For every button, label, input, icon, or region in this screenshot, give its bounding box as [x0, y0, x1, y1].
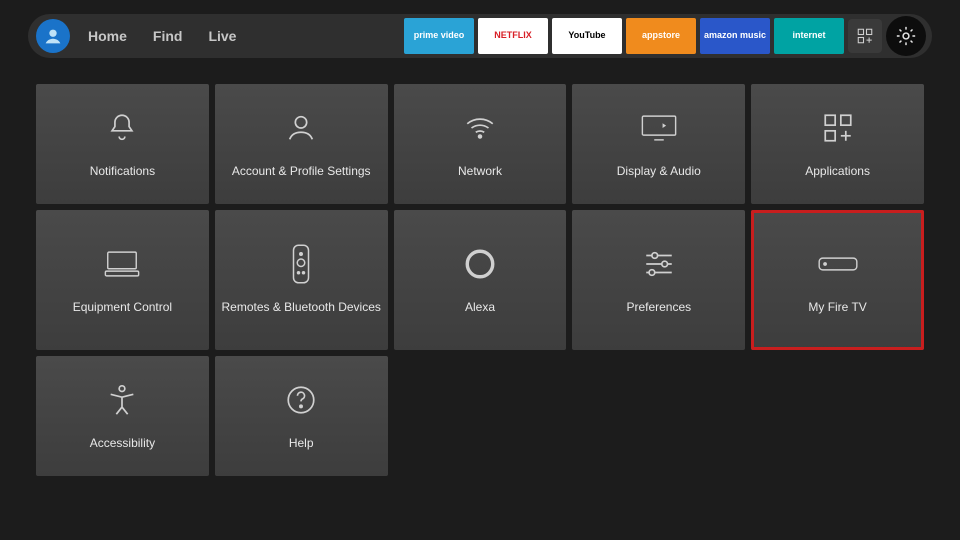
access-icon	[102, 380, 142, 420]
app-shortcut-row: prime video NETFLIX YouTube appstore ama…	[404, 18, 844, 54]
settings-button[interactable]	[886, 16, 926, 56]
tile-preferences[interactable]: Preferences	[572, 210, 745, 350]
tile-label: Account & Profile Settings	[232, 164, 371, 180]
tile-applications[interactable]: Applications	[751, 84, 924, 204]
avatar-icon	[42, 25, 64, 47]
tile-label: Preferences	[626, 300, 691, 316]
app-amazon-music[interactable]: amazon music	[700, 18, 770, 54]
tile-label: Display & Audio	[617, 164, 701, 180]
remote-icon	[281, 244, 321, 284]
tile-notifications[interactable]: Notifications	[36, 84, 209, 204]
tile-label: Notifications	[90, 164, 155, 180]
app-youtube[interactable]: YouTube	[552, 18, 622, 54]
sliders-icon	[639, 244, 679, 284]
tile-label: Network	[458, 164, 502, 180]
tile-my-fire-tv[interactable]: My Fire TV	[751, 210, 924, 350]
tile-label: Remotes & Bluetooth Devices	[221, 300, 380, 316]
grid-icon	[856, 27, 874, 45]
display-icon	[639, 108, 679, 148]
nav-find[interactable]: Find	[153, 28, 183, 44]
tile-equipment-control[interactable]: Equipment Control	[36, 210, 209, 350]
tile-network[interactable]: Network	[394, 84, 567, 204]
tile-accessibility[interactable]: Accessibility	[36, 356, 209, 476]
app-netflix[interactable]: NETFLIX	[478, 18, 548, 54]
help-icon	[281, 380, 321, 420]
nav-items: Home Find Live	[88, 28, 236, 44]
gear-icon	[895, 25, 917, 47]
user-icon	[281, 108, 321, 148]
nav-home[interactable]: Home	[88, 28, 127, 44]
tile-alexa[interactable]: Alexa	[394, 210, 567, 350]
all-apps-button[interactable]	[848, 19, 882, 53]
tile-label: My Fire TV	[808, 300, 866, 316]
tile-label: Help	[289, 436, 314, 452]
settings-grid: Notifications Account & Profile Settings…	[36, 84, 924, 476]
tile-label: Applications	[805, 164, 870, 180]
bell-icon	[102, 108, 142, 148]
tile-account-profile[interactable]: Account & Profile Settings	[215, 84, 388, 204]
app-internet[interactable]: internet	[774, 18, 844, 54]
tile-help[interactable]: Help	[215, 356, 388, 476]
app-appstore[interactable]: appstore	[626, 18, 696, 54]
tile-remotes-bluetooth[interactable]: Remotes & Bluetooth Devices	[215, 210, 388, 350]
profile-avatar[interactable]	[36, 19, 70, 53]
tile-label: Alexa	[465, 300, 495, 316]
tile-label: Accessibility	[90, 436, 155, 452]
alexa-icon	[460, 244, 500, 284]
tile-label: Equipment Control	[73, 300, 172, 316]
top-nav-bar: Home Find Live prime video NETFLIX YouTu…	[28, 14, 932, 58]
firetv-icon	[818, 244, 858, 284]
tile-display-audio[interactable]: Display & Audio	[572, 84, 745, 204]
app-prime-video[interactable]: prime video	[404, 18, 474, 54]
nav-live[interactable]: Live	[208, 28, 236, 44]
equipment-icon	[102, 244, 142, 284]
apps-icon	[818, 108, 858, 148]
wifi-icon	[460, 108, 500, 148]
